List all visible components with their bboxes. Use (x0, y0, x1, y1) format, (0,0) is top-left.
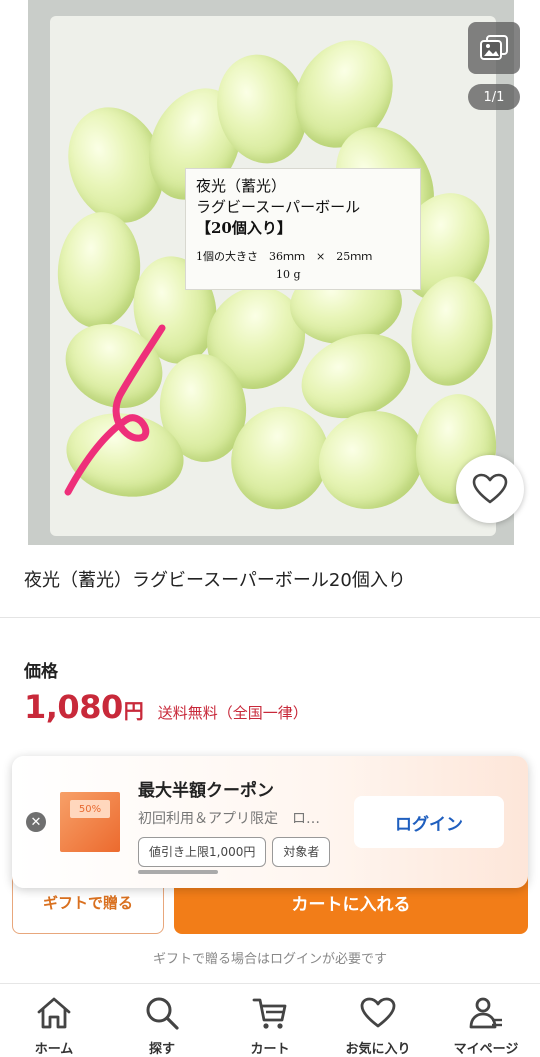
tab-cart[interactable]: カート (216, 984, 324, 1057)
price-label: 価格 (24, 662, 58, 682)
product-photo[interactable]: 夜光（蓄光） ラグビースーパーボール 【20個入り】 1個の大きさ 36ｍｍ ×… (28, 0, 514, 545)
glow-ball (53, 208, 145, 332)
product-title: 夜光（蓄光）ラグビースーパーボール20個入り (24, 570, 406, 591)
search-icon (146, 997, 179, 1030)
tab-favorites[interactable]: お気に入り (324, 984, 432, 1057)
product-label-card: 夜光（蓄光） ラグビースーパーボール 【20個入り】 1個の大きさ 36ｍｍ ×… (185, 168, 421, 290)
label-line: 10 g (276, 268, 301, 281)
coupon-title: 最大半額クーポン (138, 781, 274, 801)
tab-label: カート (250, 1042, 290, 1057)
price-row: 1,080 円 送料無料 （全国一律） (24, 688, 308, 726)
price-value: 1,080 (24, 688, 123, 726)
coupon-chip: 値引き上限1,000円 (138, 837, 267, 867)
coupon-subtitle: 初回利用＆アプリ限定 ロ… (138, 811, 320, 827)
coupon-chip: 対象者 (272, 837, 331, 867)
tab-label: ホーム (34, 1042, 74, 1057)
tab-search[interactable]: 探す (108, 984, 216, 1057)
favorite-button[interactable] (456, 455, 524, 523)
tab-label: 探す (148, 1042, 175, 1057)
label-line: 1個の大きさ 36ｍｍ × 25ｍｍ (196, 250, 373, 263)
bottom-tab-bar: ホーム 探す カート お気に入り マイページ (0, 983, 540, 1057)
product-bag: 夜光（蓄光） ラグビースーパーボール 【20個入り】 1個の大きさ 36ｍｍ ×… (50, 16, 505, 536)
tab-mypage[interactable]: マイページ (432, 984, 540, 1057)
tab-label: お気に入り (345, 1042, 411, 1057)
price-unit: 円 (123, 699, 144, 723)
heart-icon (360, 997, 396, 1028)
label-line: 【20個入り】 (196, 219, 292, 237)
coupon-badge: 50% (70, 800, 110, 818)
shipping-label: 送料無料 (157, 704, 218, 722)
cart-icon (252, 998, 287, 1029)
chips-scrollbar (138, 870, 218, 874)
label-line: ラグビースーパーボール (196, 198, 361, 216)
coupon-banner: ✕ 50% 最大半額クーポン 初回利用＆アプリ限定 ロ… 値引き上限1,000円… (12, 756, 528, 888)
coupon-chips[interactable]: 値引き上限1,000円 対象者 (138, 837, 342, 869)
label-line: 夜光（蓄光） (196, 177, 287, 195)
shipping-note: （全国一律） (217, 704, 308, 722)
product-image-area: 夜光（蓄光） ラグビースーパーボール 【20個入り】 1個の大きさ 36ｍｍ ×… (0, 0, 540, 552)
tab-label: マイページ (453, 1042, 519, 1057)
login-button[interactable]: ログイン (354, 796, 504, 848)
heart-icon (472, 473, 508, 504)
section-divider (0, 617, 540, 618)
coupon-thumbnail: 50% (60, 792, 120, 852)
gallery-view-button[interactable] (468, 22, 520, 74)
image-page-counter: 1/1 (468, 84, 520, 110)
gift-login-note: ギフトで贈る場合はログインが必要です (152, 952, 387, 967)
user-icon (469, 997, 502, 1029)
tab-home[interactable]: ホーム (0, 984, 108, 1057)
gallery-icon (480, 35, 508, 60)
close-icon[interactable]: ✕ (26, 812, 46, 832)
home-icon (37, 997, 71, 1029)
